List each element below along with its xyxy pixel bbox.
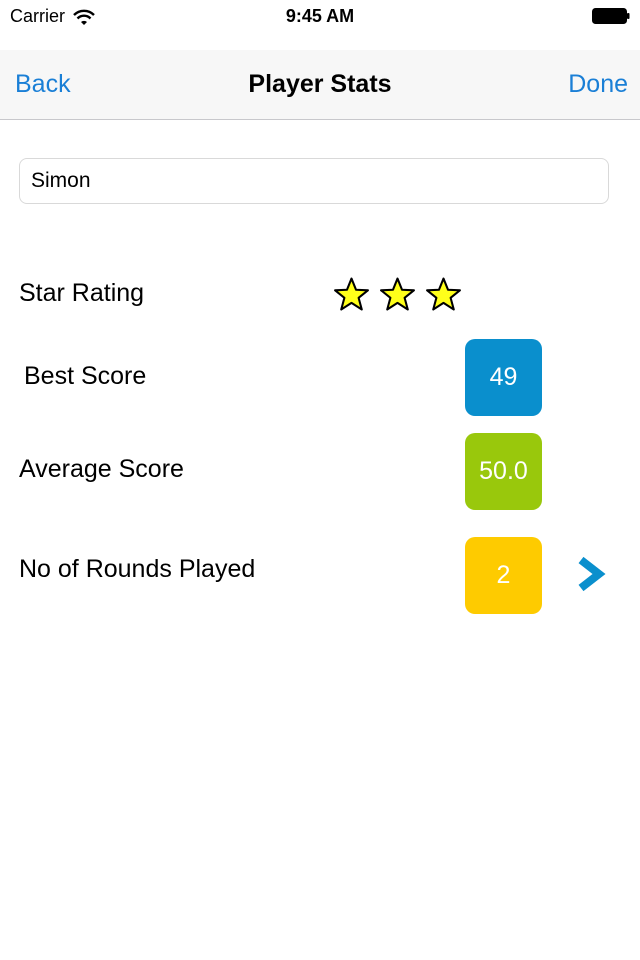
average-score-value: 50.0 [479,457,528,485]
status-time: 9:45 AM [285,6,355,26]
rounds-played-value: 2 [496,561,511,589]
best-score-value: 49 [489,363,518,391]
star-icon [380,277,415,311]
rounds-played-label: No of Rounds Played [19,555,256,583]
battery-icon [592,8,630,24]
best-score-label: Best Score [24,362,147,390]
star-icon [426,277,461,311]
star-rating-label: Star Rating [19,279,145,307]
star-rating [333,277,471,312]
page-title: Player Stats [248,70,392,98]
status-bar: Carrier 9:45 AM [0,0,640,40]
done-button[interactable]: Done [568,70,628,99]
player-name-field[interactable] [19,158,609,204]
star-icon [334,277,369,311]
rounds-played-tile: 2 [465,537,542,614]
navigation-bar: Back Player Stats Done [0,50,640,120]
average-score-label: Average Score [19,455,184,483]
best-score-tile: 49 [465,339,542,416]
chevron-right-icon[interactable] [574,556,608,592]
average-score-tile: 50.0 [465,433,542,510]
